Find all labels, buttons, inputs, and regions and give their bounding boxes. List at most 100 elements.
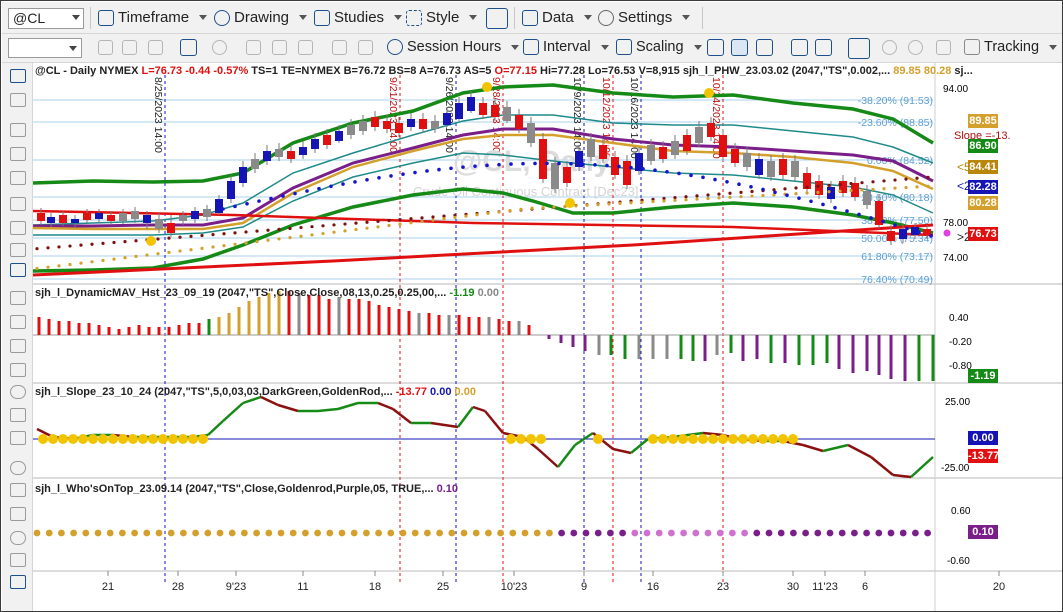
- triangle-icon[interactable]: [10, 553, 26, 567]
- slope-dot: [778, 434, 788, 444]
- trend-dot: [156, 237, 160, 241]
- blue-dot: [581, 162, 585, 167]
- who-dot: [497, 529, 504, 537]
- histogram-bar: [679, 335, 683, 359]
- signal-dot: [704, 88, 714, 98]
- gauge-icon[interactable]: [212, 40, 227, 55]
- rectangle-icon[interactable]: [10, 507, 26, 521]
- price-pane-header[interactable]: @CL - Daily NYMEX L=76.73 -0.44 -0.57% T…: [35, 65, 973, 77]
- pitchfork-icon[interactable]: [10, 339, 26, 353]
- trend-dot: [35, 247, 39, 251]
- zoom-out-icon[interactable]: [908, 40, 923, 55]
- session-hours-button[interactable]: Session Hours: [387, 39, 520, 55]
- candle-body: [371, 117, 379, 127]
- scaling-button[interactable]: Scaling: [616, 39, 702, 55]
- who-dot: [45, 529, 53, 537]
- text-icon[interactable]: [10, 575, 26, 589]
- speed-lines-icon[interactable]: [10, 431, 26, 445]
- who-pane-header[interactable]: sjh_l_Who'sOnTop_23.09.14 (2047,"TS",Clo…: [35, 483, 458, 495]
- study-header: sjh_l_PHW_23.03.02 (2047,"TS",0.002,...: [682, 65, 891, 77]
- channel-icon[interactable]: [10, 221, 26, 235]
- blue-dot: [833, 205, 837, 210]
- gold-dot: [387, 223, 391, 228]
- ohlc-icon[interactable]: [791, 39, 808, 56]
- interval-button[interactable]: Interval: [523, 39, 609, 55]
- trendline-icon[interactable]: [10, 171, 26, 185]
- candle-body: [923, 229, 931, 235]
- pen-icon[interactable]: [10, 263, 26, 277]
- panel-icon[interactable]: [848, 38, 870, 59]
- trend-dot: [926, 175, 930, 179]
- crosshair-icon[interactable]: [10, 93, 26, 107]
- style-button[interactable]: Style: [406, 9, 478, 26]
- bar-chart-icon[interactable]: [707, 39, 724, 56]
- gold-dot: [277, 237, 281, 241]
- studies-button[interactable]: Studies: [314, 9, 403, 26]
- dots-icon[interactable]: [10, 408, 26, 422]
- cycle-icon[interactable]: [10, 363, 26, 377]
- data-button[interactable]: Data: [522, 9, 592, 26]
- gann-icon[interactable]: [10, 315, 26, 329]
- slope-dot: [138, 434, 148, 444]
- reset-icon[interactable]: [122, 40, 137, 55]
- spiral-icon[interactable]: [10, 385, 26, 399]
- compare-icon[interactable]: [272, 40, 287, 55]
- chart-canvas[interactable]: -38.20% (91.53)-23.60% (88.85)0.00% (84.…: [33, 63, 1063, 612]
- fib-icon[interactable]: [10, 243, 26, 257]
- gold-dot: [79, 261, 83, 265]
- gold-dot: [805, 191, 809, 195]
- arc-icon[interactable]: [10, 461, 26, 475]
- slope-dot: [188, 434, 198, 444]
- symbol-input[interactable]: @CL: [8, 8, 84, 29]
- gold-dot: [167, 250, 171, 254]
- gold-dot: [541, 206, 545, 210]
- chart-area[interactable]: -38.20% (91.53) -23.60% (88.85) 0.00% (84.…: [33, 63, 1063, 612]
- signal-dot: [146, 236, 156, 246]
- chart-type-icon[interactable]: [246, 40, 261, 55]
- chevron-down-icon[interactable]: [69, 46, 77, 51]
- line-icon[interactable]: [10, 147, 26, 161]
- hollow-candle-icon[interactable]: [756, 39, 773, 56]
- slope-segment: [612, 447, 632, 455]
- who-dot: [216, 529, 224, 537]
- histogram-bar: [367, 301, 371, 335]
- horizontal-line-icon[interactable]: [10, 197, 26, 211]
- candle-body: [671, 141, 679, 155]
- trend-dot: [816, 184, 820, 188]
- chevron-down-icon[interactable]: [72, 15, 80, 20]
- grid-icon[interactable]: [148, 40, 163, 55]
- arrow-down-icon[interactable]: [10, 483, 26, 497]
- tracking-button[interactable]: Tracking: [964, 39, 1058, 55]
- histogram-bar: [651, 335, 655, 359]
- candlestick-icon[interactable]: [731, 39, 748, 56]
- search-zoom-icon[interactable]: [180, 39, 197, 56]
- histogram-bar: [307, 295, 311, 335]
- windows-icon[interactable]: [358, 40, 373, 55]
- gold-dot: [409, 221, 413, 225]
- interval-select[interactable]: [8, 38, 82, 58]
- settings-button[interactable]: Settings: [598, 9, 691, 26]
- symbol-info: @CL - Daily NYMEX: [35, 65, 139, 77]
- drawing-button[interactable]: Drawing: [214, 9, 308, 26]
- link-icon[interactable]: [98, 40, 113, 55]
- sync-icon[interactable]: [298, 40, 313, 55]
- volume-icon[interactable]: [815, 39, 832, 56]
- blue-dot: [509, 162, 513, 166]
- slope-segment: [537, 448, 559, 468]
- fit-icon[interactable]: [936, 40, 951, 55]
- pointer-icon[interactable]: [10, 69, 26, 83]
- slope-pane-header[interactable]: sjh_l_Slope_23_10_24 (2047,"TS",5,0,03,0…: [35, 386, 476, 398]
- blue-dot: [317, 186, 321, 191]
- timeframe-button[interactable]: Timeframe: [98, 9, 208, 26]
- wrench-icon[interactable]: [10, 123, 26, 137]
- layout-toggle-icon[interactable]: [486, 8, 508, 29]
- mav-pane-header[interactable]: sjh_l_DynamicMAV_Hst_23_09_19 (2047,"TS"…: [35, 287, 499, 299]
- histogram-bar: [497, 319, 501, 335]
- bars-icon[interactable]: [10, 291, 26, 305]
- gold-dot: [222, 244, 226, 248]
- slope-segment: [892, 473, 912, 479]
- zoom-in-icon[interactable]: [882, 40, 897, 55]
- options-icon[interactable]: [332, 40, 347, 55]
- ellipse-icon[interactable]: [10, 531, 26, 545]
- histogram-bar: [357, 299, 361, 335]
